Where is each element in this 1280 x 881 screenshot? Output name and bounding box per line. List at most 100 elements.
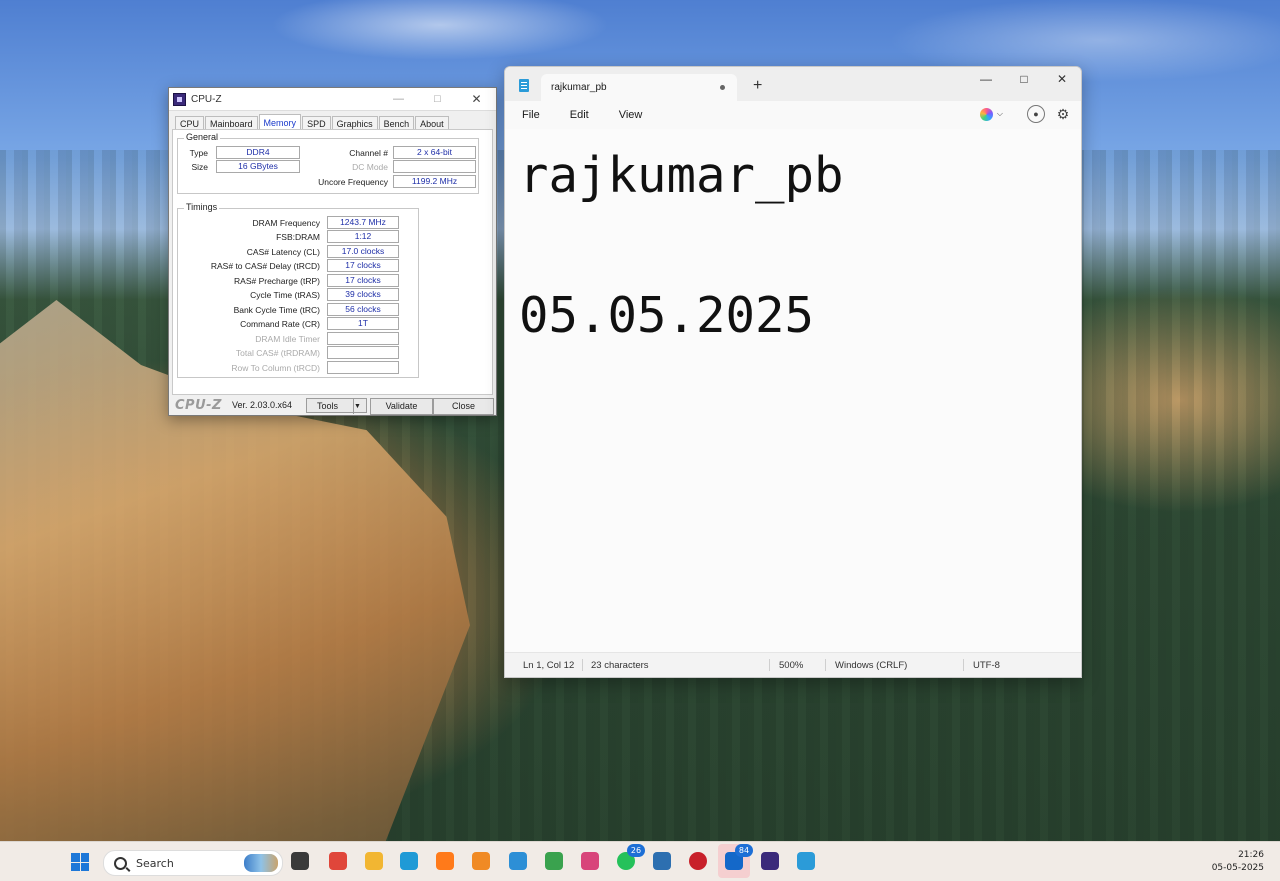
windows-logo-icon — [71, 853, 80, 862]
notepad-menubar: File Edit View ⌵ ● ⚙ — [505, 101, 1081, 129]
account-icon[interactable]: ● — [1027, 105, 1045, 123]
menu-edit[interactable]: Edit — [565, 106, 594, 124]
unsaved-dot-icon[interactable] — [720, 85, 725, 90]
task-view-icon[interactable] — [289, 850, 311, 872]
general-group: General Type DDR4 Size 16 GBytes Channel… — [177, 132, 479, 194]
cpuz-title: CPU-Z — [191, 93, 222, 105]
dcmode-value — [393, 160, 476, 173]
tools-button[interactable]: Tools ▼ — [306, 398, 367, 414]
windows-logo-icon — [71, 862, 80, 871]
red-app-icon — [689, 852, 707, 870]
line-ending[interactable]: Windows (CRLF) — [835, 660, 907, 671]
close-button[interactable]: Close — [433, 398, 494, 415]
search-icon — [114, 856, 127, 870]
notepad-pen-icon — [545, 852, 563, 870]
photos-icon — [509, 852, 527, 870]
menu-file[interactable]: File — [517, 106, 545, 124]
clock-time: 21:26 — [1238, 850, 1264, 860]
notification-badge: 26 — [627, 844, 645, 857]
terminal-icon — [653, 852, 671, 870]
red-app-icon[interactable] — [687, 850, 709, 872]
notepad-icon — [797, 852, 815, 870]
notepad-statusbar: Ln 1, Col 12 23 characters 500% Windows … — [505, 652, 1081, 677]
uncore-value: 1199.2 MHz — [393, 175, 476, 188]
chrome-icon — [329, 852, 347, 870]
timing-value: 39 clocks — [327, 288, 399, 301]
taskbar-search[interactable]: Search — [103, 850, 283, 876]
whatsapp-icon[interactable]: 26 — [615, 844, 645, 872]
tools-label: Tools — [317, 401, 339, 411]
windows-logo-icon — [80, 853, 89, 862]
memory-panel: General Type DDR4 Size 16 GBytes Channel… — [172, 129, 493, 395]
notepad-titlebar[interactable]: rajkumar_pb + — □ ✕ — [505, 67, 1081, 101]
new-tab-button[interactable]: + — [753, 77, 762, 95]
cpuz-titlebar[interactable]: CPU-Z — □ ✕ — [169, 88, 496, 111]
chrome-icon[interactable] — [327, 850, 349, 872]
notepad-app-icon — [519, 79, 529, 92]
cpuz-footer: CPU-Z Ver. 2.03.0.x64 Tools ▼ Validate C… — [169, 395, 496, 415]
cpuz-app-icon — [173, 92, 186, 106]
snipping-tool-icon — [581, 852, 599, 870]
timing-value — [327, 361, 399, 374]
size-value: 16 GBytes — [216, 160, 300, 173]
status-divider — [769, 659, 770, 671]
close-icon[interactable]: ✕ — [457, 88, 496, 110]
sublime-icon — [472, 852, 490, 870]
cursor-position: Ln 1, Col 12 — [523, 660, 575, 671]
notepad-editor[interactable]: rajkumar_pb 05.05.2025 — [505, 129, 1081, 653]
timings-group: Timings DRAM Frequency 1243.7 MHz FSB:DR… — [177, 202, 419, 378]
clock-date: 05-05-2025 — [1211, 863, 1264, 873]
minimize-icon[interactable]: — — [967, 67, 1005, 91]
maximize-icon[interactable]: □ — [418, 88, 457, 110]
encoding[interactable]: UTF-8 — [973, 660, 1000, 671]
photos-icon[interactable] — [507, 850, 529, 872]
timing-label: Command Rate (CR) — [240, 319, 320, 329]
edge-icon[interactable] — [398, 850, 420, 872]
file-explorer-icon[interactable] — [363, 850, 385, 872]
search-highlight-image — [244, 854, 278, 872]
cpuz-icon[interactable] — [759, 850, 781, 872]
notepad-tab-title: rajkumar_pb — [551, 82, 607, 93]
gear-icon[interactable]: ⚙ — [1055, 106, 1071, 122]
timing-label: DRAM Idle Timer — [255, 334, 320, 344]
cpuz-version: Ver. 2.03.0.x64 — [231, 400, 292, 410]
type-value: DDR4 — [216, 146, 300, 159]
sublime-icon[interactable] — [470, 850, 492, 872]
chevron-down-icon[interactable]: ⌵ — [997, 109, 1003, 119]
timing-label: Row To Column (tRCD) — [231, 363, 320, 373]
general-legend: General — [184, 132, 221, 142]
notepad-window: rajkumar_pb + — □ ✕ File Edit View ⌵ ● ⚙… — [504, 66, 1082, 678]
timing-label: Cycle Time (tRAS) — [250, 290, 320, 300]
notepad-icon[interactable] — [795, 850, 817, 872]
timing-label: RAS# to CAS# Delay (tRCD) — [210, 261, 320, 271]
minimize-icon[interactable]: — — [379, 88, 418, 110]
system-clock[interactable]: 21:26 05-05-2025 — [1212, 849, 1264, 875]
cpuz-brand-logo: CPU-Z — [175, 397, 222, 413]
close-icon[interactable]: ✕ — [1043, 67, 1081, 91]
terminal-icon[interactable] — [651, 850, 673, 872]
zoom-level[interactable]: 500% — [779, 660, 803, 671]
dropdown-arrow-icon[interactable]: ▼ — [353, 399, 366, 414]
maximize-icon[interactable]: □ — [1005, 67, 1043, 91]
outlook-icon[interactable]: 84 — [723, 844, 753, 872]
timing-value: 56 clocks — [327, 303, 399, 316]
uncore-label: Uncore Frequency — [318, 177, 388, 187]
start-button[interactable] — [71, 853, 89, 871]
firefox-icon[interactable] — [434, 850, 456, 872]
edge-icon — [400, 852, 418, 870]
timing-label: RAS# Precharge (tRP) — [234, 276, 320, 286]
search-label: Search — [136, 856, 174, 870]
notepad-pen-icon[interactable] — [543, 850, 565, 872]
snipping-tool-icon[interactable] — [579, 850, 601, 872]
timing-label: FSB:DRAM — [276, 232, 320, 242]
timing-label: Total CAS# (tRDRAM) — [235, 348, 320, 358]
notepad-tab[interactable]: rajkumar_pb — [541, 74, 737, 101]
dcmode-label: DC Mode — [352, 162, 388, 172]
status-divider — [963, 659, 964, 671]
validate-button[interactable]: Validate — [370, 398, 433, 415]
channel-label: Channel # — [349, 148, 388, 158]
channel-value: 2 x 64-bit — [393, 146, 476, 159]
copilot-icon[interactable] — [979, 107, 993, 121]
windows-logo-icon — [80, 862, 89, 871]
menu-view[interactable]: View — [614, 106, 648, 124]
